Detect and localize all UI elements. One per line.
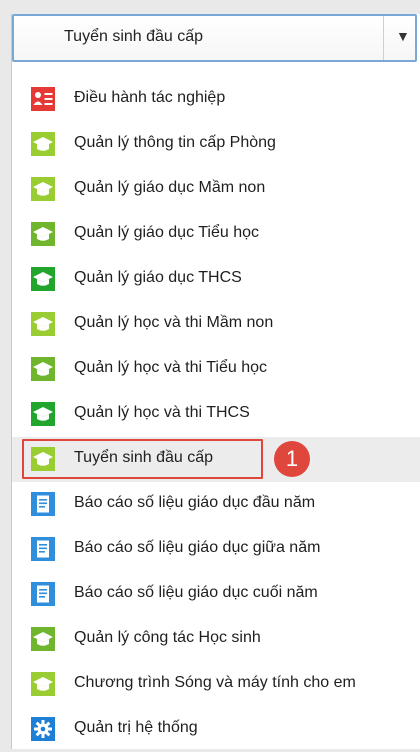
gear-icon xyxy=(31,717,55,741)
menu-item-label: Báo cáo số liệu giáo dục đầu năm xyxy=(74,494,316,511)
menu-item-quan-ly-hoc-va-thi-tieu-hoc[interactable]: Quản lý học và thi Tiểu học xyxy=(12,347,420,392)
menu-item-quan-ly-giao-duc-tieu-hoc[interactable]: Quản lý giáo dục Tiểu học xyxy=(12,212,420,257)
highlight-box xyxy=(22,439,263,479)
menu-item-quan-ly-giao-duc-mam-non[interactable]: Quản lý giáo dục Mầm non xyxy=(12,167,420,212)
menu-item-label: Báo cáo số liệu giáo dục giữa năm xyxy=(74,539,321,556)
chevron-down-icon[interactable]: ▼ xyxy=(396,28,410,44)
graduation-cap-icon xyxy=(31,267,55,291)
menu-item-dieu-hanh-tac-nghiep[interactable]: Điều hành tác nghiệp xyxy=(12,77,420,122)
menu-item-label: Quản trị hệ thống xyxy=(74,719,198,736)
menu-item-label: Quản lý công tác Học sinh xyxy=(74,629,261,646)
graduation-cap-icon xyxy=(31,222,55,246)
user-list-icon xyxy=(31,87,55,111)
graduation-cap-icon xyxy=(31,402,55,426)
menu-item-quan-ly-cong-tac-hoc-sinh[interactable]: Quản lý công tác Học sinh xyxy=(12,617,420,662)
report-document-icon xyxy=(31,492,55,516)
dropdown-selected-label: Tuyển sinh đầu cấp xyxy=(64,28,204,45)
menu-item-quan-tri-he-thong[interactable]: Quản trị hệ thống xyxy=(12,707,420,752)
menu-item-quan-ly-giao-duc-thcs[interactable]: Quản lý giáo dục THCS xyxy=(12,257,420,302)
category-dropdown[interactable]: Tuyển sinh đầu cấp ▼ xyxy=(12,14,417,62)
menu-item-tuyen-sinh-dau-cap[interactable]: Tuyển sinh đầu cấp 1 xyxy=(12,437,420,482)
graduation-cap-icon xyxy=(31,132,55,156)
menu-item-bao-cao-dau-nam[interactable]: Báo cáo số liệu giáo dục đầu năm xyxy=(12,482,420,527)
menu-item-chuong-trinh-song-va-may-tinh[interactable]: Chương trình Sóng và máy tính cho em xyxy=(12,662,420,707)
menu-item-quan-ly-hoc-va-thi-mam-non[interactable]: Quản lý học và thi Mầm non xyxy=(12,302,420,347)
graduation-cap-icon xyxy=(31,627,55,651)
menu-item-label: Quản lý học và thi THCS xyxy=(74,404,250,421)
graduation-cap-icon xyxy=(31,672,55,696)
menu-panel: Tuyển sinh đầu cấp ▼ Điều hành tác nghiệ… xyxy=(11,14,420,749)
graduation-cap-icon xyxy=(31,357,55,381)
menu-item-bao-cao-cuoi-nam[interactable]: Báo cáo số liệu giáo dục cuối năm xyxy=(12,572,420,617)
menu-item-label: Quản lý giáo dục Tiểu học xyxy=(74,224,260,241)
report-document-icon xyxy=(31,582,55,606)
menu-item-label: Quản lý giáo dục THCS xyxy=(74,269,242,286)
menu-item-label: Quản lý học và thi Mầm non xyxy=(74,314,274,331)
graduation-cap-icon xyxy=(31,177,55,201)
menu-list: Điều hành tác nghiệp Quản lý thông tin c… xyxy=(12,77,420,752)
menu-item-label: Điều hành tác nghiệp xyxy=(74,89,226,106)
menu-item-label: Chương trình Sóng và máy tính cho em xyxy=(74,674,356,691)
menu-item-quan-ly-thong-tin-cap-phong[interactable]: Quản lý thông tin cấp Phòng xyxy=(12,122,420,167)
menu-item-label: Báo cáo số liệu giáo dục cuối năm xyxy=(74,584,318,601)
menu-item-label: Quản lý thông tin cấp Phòng xyxy=(74,134,276,151)
menu-item-label: Quản lý giáo dục Mầm non xyxy=(74,179,266,196)
menu-item-quan-ly-hoc-va-thi-thcs[interactable]: Quản lý học và thi THCS xyxy=(12,392,420,437)
report-document-icon xyxy=(31,537,55,561)
dropdown-divider xyxy=(383,16,384,60)
menu-item-bao-cao-giua-nam[interactable]: Báo cáo số liệu giáo dục giữa năm xyxy=(12,527,420,572)
menu-item-label: Quản lý học và thi Tiểu học xyxy=(74,359,267,376)
step-number-badge: 1 xyxy=(274,441,310,477)
graduation-cap-icon xyxy=(31,312,55,336)
